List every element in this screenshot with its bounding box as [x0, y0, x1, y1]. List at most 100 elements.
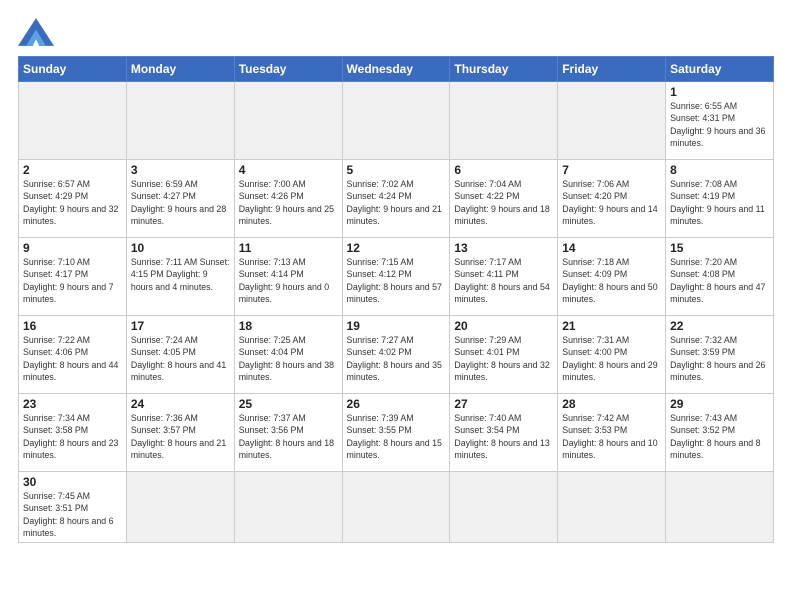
day-number: 24 [131, 397, 230, 411]
day-info: Sunrise: 7:36 AM Sunset: 3:57 PM Dayligh… [131, 412, 230, 461]
calendar-week-row: 23Sunrise: 7:34 AM Sunset: 3:58 PM Dayli… [19, 394, 774, 472]
day-info: Sunrise: 7:34 AM Sunset: 3:58 PM Dayligh… [23, 412, 122, 461]
calendar-day-cell: 12Sunrise: 7:15 AM Sunset: 4:12 PM Dayli… [342, 238, 450, 316]
day-info: Sunrise: 7:10 AM Sunset: 4:17 PM Dayligh… [23, 256, 122, 305]
calendar-week-row: 16Sunrise: 7:22 AM Sunset: 4:06 PM Dayli… [19, 316, 774, 394]
day-number: 28 [562, 397, 661, 411]
day-number: 20 [454, 319, 553, 333]
day-info: Sunrise: 7:31 AM Sunset: 4:00 PM Dayligh… [562, 334, 661, 383]
day-number: 8 [670, 163, 769, 177]
calendar-header-friday: Friday [558, 57, 666, 82]
day-number: 1 [670, 85, 769, 99]
calendar-day-cell: 26Sunrise: 7:39 AM Sunset: 3:55 PM Dayli… [342, 394, 450, 472]
day-info: Sunrise: 7:37 AM Sunset: 3:56 PM Dayligh… [239, 412, 338, 461]
calendar-day-cell: 13Sunrise: 7:17 AM Sunset: 4:11 PM Dayli… [450, 238, 558, 316]
calendar-header-tuesday: Tuesday [234, 57, 342, 82]
day-info: Sunrise: 7:02 AM Sunset: 4:24 PM Dayligh… [347, 178, 446, 227]
calendar-day-cell: 7Sunrise: 7:06 AM Sunset: 4:20 PM Daylig… [558, 160, 666, 238]
calendar-header-saturday: Saturday [666, 57, 774, 82]
calendar-day-cell [234, 82, 342, 160]
calendar: SundayMondayTuesdayWednesdayThursdayFrid… [18, 56, 774, 543]
calendar-day-cell: 15Sunrise: 7:20 AM Sunset: 4:08 PM Dayli… [666, 238, 774, 316]
calendar-header-monday: Monday [126, 57, 234, 82]
day-info: Sunrise: 6:55 AM Sunset: 4:31 PM Dayligh… [670, 100, 769, 149]
day-info: Sunrise: 7:25 AM Sunset: 4:04 PM Dayligh… [239, 334, 338, 383]
day-number: 29 [670, 397, 769, 411]
calendar-day-cell: 6Sunrise: 7:04 AM Sunset: 4:22 PM Daylig… [450, 160, 558, 238]
calendar-day-cell: 27Sunrise: 7:40 AM Sunset: 3:54 PM Dayli… [450, 394, 558, 472]
day-info: Sunrise: 7:13 AM Sunset: 4:14 PM Dayligh… [239, 256, 338, 305]
day-info: Sunrise: 7:42 AM Sunset: 3:53 PM Dayligh… [562, 412, 661, 461]
day-info: Sunrise: 7:08 AM Sunset: 4:19 PM Dayligh… [670, 178, 769, 227]
day-number: 27 [454, 397, 553, 411]
calendar-day-cell: 11Sunrise: 7:13 AM Sunset: 4:14 PM Dayli… [234, 238, 342, 316]
day-number: 3 [131, 163, 230, 177]
calendar-day-cell: 14Sunrise: 7:18 AM Sunset: 4:09 PM Dayli… [558, 238, 666, 316]
day-number: 17 [131, 319, 230, 333]
day-number: 18 [239, 319, 338, 333]
header [18, 18, 774, 46]
day-info: Sunrise: 7:29 AM Sunset: 4:01 PM Dayligh… [454, 334, 553, 383]
calendar-day-cell: 24Sunrise: 7:36 AM Sunset: 3:57 PM Dayli… [126, 394, 234, 472]
day-number: 11 [239, 241, 338, 255]
calendar-week-row: 2Sunrise: 6:57 AM Sunset: 4:29 PM Daylig… [19, 160, 774, 238]
calendar-day-cell: 8Sunrise: 7:08 AM Sunset: 4:19 PM Daylig… [666, 160, 774, 238]
day-info: Sunrise: 7:04 AM Sunset: 4:22 PM Dayligh… [454, 178, 553, 227]
day-number: 5 [347, 163, 446, 177]
day-number: 6 [454, 163, 553, 177]
day-info: Sunrise: 6:59 AM Sunset: 4:27 PM Dayligh… [131, 178, 230, 227]
calendar-day-cell: 28Sunrise: 7:42 AM Sunset: 3:53 PM Dayli… [558, 394, 666, 472]
calendar-day-cell: 19Sunrise: 7:27 AM Sunset: 4:02 PM Dayli… [342, 316, 450, 394]
calendar-day-cell [450, 82, 558, 160]
day-number: 16 [23, 319, 122, 333]
calendar-day-cell: 3Sunrise: 6:59 AM Sunset: 4:27 PM Daylig… [126, 160, 234, 238]
day-number: 22 [670, 319, 769, 333]
day-number: 14 [562, 241, 661, 255]
day-info: Sunrise: 7:24 AM Sunset: 4:05 PM Dayligh… [131, 334, 230, 383]
calendar-day-cell [126, 82, 234, 160]
calendar-day-cell: 29Sunrise: 7:43 AM Sunset: 3:52 PM Dayli… [666, 394, 774, 472]
calendar-day-cell: 2Sunrise: 6:57 AM Sunset: 4:29 PM Daylig… [19, 160, 127, 238]
calendar-day-cell [558, 472, 666, 543]
calendar-day-cell: 21Sunrise: 7:31 AM Sunset: 4:00 PM Dayli… [558, 316, 666, 394]
calendar-week-row: 9Sunrise: 7:10 AM Sunset: 4:17 PM Daylig… [19, 238, 774, 316]
calendar-day-cell: 1Sunrise: 6:55 AM Sunset: 4:31 PM Daylig… [666, 82, 774, 160]
day-info: Sunrise: 7:17 AM Sunset: 4:11 PM Dayligh… [454, 256, 553, 305]
calendar-day-cell [234, 472, 342, 543]
calendar-week-row: 30Sunrise: 7:45 AM Sunset: 3:51 PM Dayli… [19, 472, 774, 543]
day-info: Sunrise: 7:06 AM Sunset: 4:20 PM Dayligh… [562, 178, 661, 227]
day-info: Sunrise: 7:18 AM Sunset: 4:09 PM Dayligh… [562, 256, 661, 305]
day-number: 15 [670, 241, 769, 255]
day-number: 30 [23, 475, 122, 489]
calendar-day-cell: 9Sunrise: 7:10 AM Sunset: 4:17 PM Daylig… [19, 238, 127, 316]
calendar-week-row: 1Sunrise: 6:55 AM Sunset: 4:31 PM Daylig… [19, 82, 774, 160]
calendar-day-cell: 30Sunrise: 7:45 AM Sunset: 3:51 PM Dayli… [19, 472, 127, 543]
day-info: Sunrise: 7:20 AM Sunset: 4:08 PM Dayligh… [670, 256, 769, 305]
calendar-header-thursday: Thursday [450, 57, 558, 82]
day-number: 9 [23, 241, 122, 255]
calendar-day-cell: 20Sunrise: 7:29 AM Sunset: 4:01 PM Dayli… [450, 316, 558, 394]
day-number: 26 [347, 397, 446, 411]
day-number: 2 [23, 163, 122, 177]
calendar-header-wednesday: Wednesday [342, 57, 450, 82]
calendar-day-cell: 18Sunrise: 7:25 AM Sunset: 4:04 PM Dayli… [234, 316, 342, 394]
day-info: Sunrise: 7:15 AM Sunset: 4:12 PM Dayligh… [347, 256, 446, 305]
day-info: Sunrise: 7:32 AM Sunset: 3:59 PM Dayligh… [670, 334, 769, 383]
generalblue-logo-icon [18, 18, 54, 46]
calendar-day-cell [19, 82, 127, 160]
day-info: Sunrise: 7:11 AM Sunset: 4:15 PM Dayligh… [131, 256, 230, 293]
calendar-day-cell [342, 82, 450, 160]
day-info: Sunrise: 7:22 AM Sunset: 4:06 PM Dayligh… [23, 334, 122, 383]
calendar-day-cell: 22Sunrise: 7:32 AM Sunset: 3:59 PM Dayli… [666, 316, 774, 394]
day-number: 19 [347, 319, 446, 333]
day-number: 10 [131, 241, 230, 255]
day-info: Sunrise: 7:39 AM Sunset: 3:55 PM Dayligh… [347, 412, 446, 461]
day-number: 7 [562, 163, 661, 177]
calendar-day-cell [558, 82, 666, 160]
calendar-day-cell [342, 472, 450, 543]
calendar-day-cell: 25Sunrise: 7:37 AM Sunset: 3:56 PM Dayli… [234, 394, 342, 472]
day-info: Sunrise: 7:45 AM Sunset: 3:51 PM Dayligh… [23, 490, 122, 539]
page: SundayMondayTuesdayWednesdayThursdayFrid… [0, 0, 792, 612]
calendar-day-cell [666, 472, 774, 543]
day-number: 12 [347, 241, 446, 255]
